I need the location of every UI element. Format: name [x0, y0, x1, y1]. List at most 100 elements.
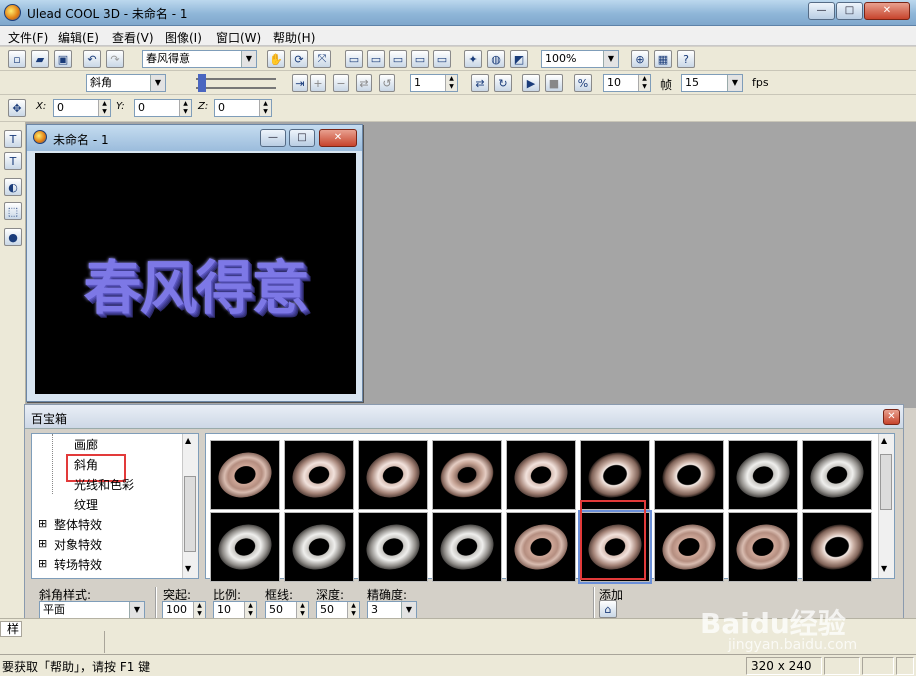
new-file-icon[interactable]: ▫ [8, 50, 26, 68]
expand-icon[interactable]: ⊞ [38, 557, 47, 570]
context-help-icon[interactable]: ? [677, 50, 695, 68]
scroll-up-icon[interactable]: ▲ [881, 436, 887, 445]
align-bottom-icon[interactable]: ▭ [389, 50, 407, 68]
tree-item-gallery[interactable]: 画廊 [74, 436, 98, 453]
menu-image[interactable]: 图像(I) [159, 28, 208, 47]
bevel-thumbnail[interactable] [802, 440, 872, 510]
bevel-thumbnail[interactable] [358, 512, 428, 582]
move-object-icon[interactable]: ✥ [8, 99, 26, 117]
globe-icon[interactable]: ◍ [487, 50, 505, 68]
timeline-sliders[interactable] [180, 73, 290, 93]
open-folder-icon[interactable]: ▰ [31, 50, 49, 68]
tree-item-object-fx[interactable]: 对象特效 [54, 536, 102, 553]
save-icon[interactable]: ▣ [54, 50, 72, 68]
menu-view[interactable]: 查看(V) [106, 28, 160, 47]
camera-lens-icon[interactable]: ◩ [510, 50, 528, 68]
bevel-thumbnail[interactable] [284, 440, 354, 510]
add-keyframe-icon[interactable]: + [310, 74, 326, 92]
tree-item-texture[interactable]: 纹理 [74, 496, 98, 513]
bevel-thumbnail[interactable] [432, 440, 502, 510]
zoom-combo[interactable]: 100% ▼ [541, 50, 619, 68]
canvas-3d-text[interactable]: 春风得意 [35, 241, 356, 325]
expand-icon[interactable]: ⊞ [38, 537, 47, 550]
tree-scroll-thumb[interactable] [184, 476, 196, 552]
depth-spinner[interactable]: ▲ ▼ [347, 602, 359, 618]
export-image-icon[interactable]: ▦ [654, 50, 672, 68]
bevel-thumbnail[interactable] [432, 512, 502, 582]
reverse-keyframe-icon[interactable]: ⇄ [356, 74, 372, 92]
bevel-thumbnail[interactable] [506, 440, 576, 510]
extrude-spinner[interactable]: ▲ ▼ [193, 602, 205, 618]
loop-keyframe-icon[interactable]: ↺ [379, 74, 395, 92]
bevel-thumbnail[interactable] [284, 512, 354, 582]
tree-item-transition-fx[interactable]: 转场特效 [54, 556, 102, 573]
scale-spinner[interactable]: ▲ ▼ [244, 602, 256, 618]
menu-help[interactable]: 帮助(H) [267, 28, 321, 47]
attribute-combo[interactable]: 斜角 ▼ [86, 74, 166, 92]
undo-icon[interactable]: ↶ [83, 50, 101, 68]
bevel-thumbnail[interactable] [654, 440, 724, 510]
palette-tab[interactable]: 样 [0, 621, 22, 637]
insert-object-icon[interactable]: ◐ [4, 178, 22, 196]
bevel-thumbnail[interactable] [506, 512, 576, 582]
tree-item-light-color[interactable]: 光线和色彩 [74, 476, 134, 493]
fps-combo[interactable]: 15 ▼ [681, 74, 743, 92]
palette-close-button[interactable]: ✕ [883, 409, 900, 425]
doc-close-button[interactable]: ✕ [319, 129, 357, 147]
loop-icon[interactable]: ↻ [494, 74, 512, 92]
timeline-thumb[interactable] [198, 74, 206, 84]
add-to-palette-icon[interactable]: ⌂ [599, 600, 617, 618]
tree-item-global-fx[interactable]: 整体特效 [54, 516, 102, 533]
extrude-field[interactable]: 100 ▲ ▼ [162, 601, 206, 619]
timeline-thumb-2[interactable] [198, 84, 206, 92]
thumbnail-scroll-thumb[interactable] [880, 454, 892, 510]
resize-grip[interactable] [896, 657, 914, 675]
precision-combo[interactable]: 3 ▼ [367, 601, 417, 619]
minimize-button[interactable]: — [808, 2, 835, 20]
bevel-thumbnail[interactable] [728, 440, 798, 510]
align-top-icon[interactable]: ▭ [345, 50, 363, 68]
frame-count-spinner[interactable]: ▲ ▼ [638, 75, 650, 91]
resize-object-icon[interactable]: ⤧ [313, 50, 331, 68]
frame-count-field[interactable]: 10 ▲ ▼ [603, 74, 651, 92]
insert-text-icon[interactable]: T [4, 130, 22, 148]
geometry-icon[interactable]: ● [4, 228, 22, 246]
current-frame-field[interactable]: 1 ▲ ▼ [410, 74, 458, 92]
maximize-button[interactable]: □ [836, 2, 863, 20]
scroll-down-icon[interactable]: ▼ [185, 564, 191, 573]
remove-keyframe-icon[interactable]: − [333, 74, 349, 92]
y-field[interactable]: 0 ▲ ▼ [134, 99, 192, 117]
frame-spinner[interactable]: ▲ ▼ [445, 75, 457, 91]
export-web-icon[interactable]: ⊕ [631, 50, 649, 68]
tree-scrollbar[interactable]: ▲ ▼ [182, 434, 198, 578]
select-object-icon[interactable]: ⬚ [4, 202, 22, 220]
bevel-thumbnail[interactable] [728, 512, 798, 582]
edit-text-icon[interactable]: T [4, 152, 22, 170]
border-field[interactable]: 50 ▲ ▼ [265, 601, 309, 619]
x-field[interactable]: 0 ▲ ▼ [53, 99, 111, 117]
z-field[interactable]: 0 ▲ ▼ [214, 99, 272, 117]
bevel-style-combo[interactable]: 平面 ▼ [39, 601, 145, 619]
border-spinner[interactable]: ▲ ▼ [296, 602, 308, 618]
stop-icon[interactable]: ■ [545, 74, 563, 92]
smooth-motion-icon[interactable]: % [574, 74, 592, 92]
depth-field[interactable]: 50 ▲ ▼ [316, 601, 360, 619]
x-spinner[interactable]: ▲ ▼ [98, 100, 110, 116]
bevel-thumbnail[interactable] [358, 440, 428, 510]
text-combo[interactable]: 春风得意 ▼ [142, 50, 257, 68]
scroll-down-icon[interactable]: ▼ [881, 564, 887, 573]
align-middle-icon[interactable]: ▭ [367, 50, 385, 68]
y-spinner[interactable]: ▲ ▼ [179, 100, 191, 116]
scroll-up-icon[interactable]: ▲ [185, 436, 191, 445]
play-icon[interactable]: ▶ [522, 74, 540, 92]
doc-minimize-button[interactable]: — [260, 129, 286, 147]
object-back-icon[interactable]: ▭ [433, 50, 451, 68]
bevel-thumbnail[interactable] [654, 512, 724, 582]
expand-icon[interactable]: ⊞ [38, 517, 47, 530]
doc-maximize-button[interactable]: □ [289, 129, 315, 147]
render-canvas[interactable]: 春风得意 [35, 153, 356, 394]
bevel-thumbnail[interactable] [210, 440, 280, 510]
close-button[interactable]: ✕ [864, 2, 910, 20]
z-spinner[interactable]: ▲ ▼ [259, 100, 271, 116]
hand-move-icon[interactable]: ✋ [267, 50, 285, 68]
